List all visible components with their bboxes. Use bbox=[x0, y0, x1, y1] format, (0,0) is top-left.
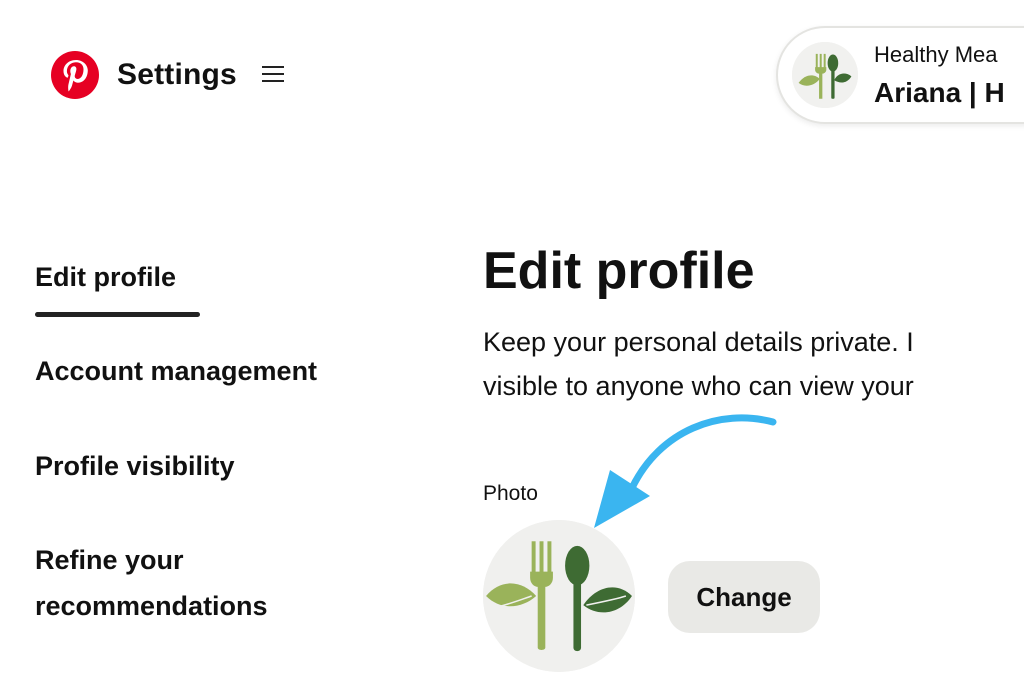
change-photo-button[interactable]: Change bbox=[668, 561, 820, 633]
page-header-title: Settings bbox=[117, 58, 237, 91]
account-avatar bbox=[792, 42, 858, 108]
profile-description: Keep your personal details private. I vi… bbox=[483, 320, 1024, 408]
page-title: Edit profile bbox=[483, 242, 755, 300]
description-line: visible to anyone who can view your bbox=[483, 371, 914, 401]
photo-label: Photo bbox=[483, 482, 538, 505]
profile-photo bbox=[483, 520, 635, 672]
fork-spoon-leaves-icon bbox=[483, 520, 635, 672]
hamburger-menu-icon[interactable] bbox=[262, 64, 284, 84]
fork-spoon-leaves-icon bbox=[792, 42, 858, 108]
sidebar-item-edit-profile[interactable]: Edit profile bbox=[35, 254, 176, 300]
blue-curved-arrow-icon bbox=[594, 414, 777, 528]
sidebar-item-profile-visibility[interactable]: Profile visibility bbox=[35, 443, 235, 489]
description-line: Keep your personal details private. I bbox=[483, 327, 914, 357]
account-subtitle: Healthy Mea bbox=[874, 42, 998, 67]
sidebar-item-account-management[interactable]: Account management bbox=[35, 348, 317, 394]
account-switcher[interactable]: Healthy Mea Ariana | H bbox=[776, 26, 1024, 124]
sidebar-active-indicator bbox=[35, 312, 200, 317]
pinterest-logo-icon[interactable] bbox=[50, 50, 100, 100]
sidebar-item-refine-recommendations[interactable]: Refine your recommendations bbox=[35, 537, 365, 629]
header: Settings Healthy Mea Ariana | H bbox=[0, 0, 1024, 150]
settings-page: Settings Healthy Mea Ariana | H Edit pro… bbox=[0, 0, 1024, 683]
account-name: Ariana | H bbox=[874, 77, 1005, 108]
